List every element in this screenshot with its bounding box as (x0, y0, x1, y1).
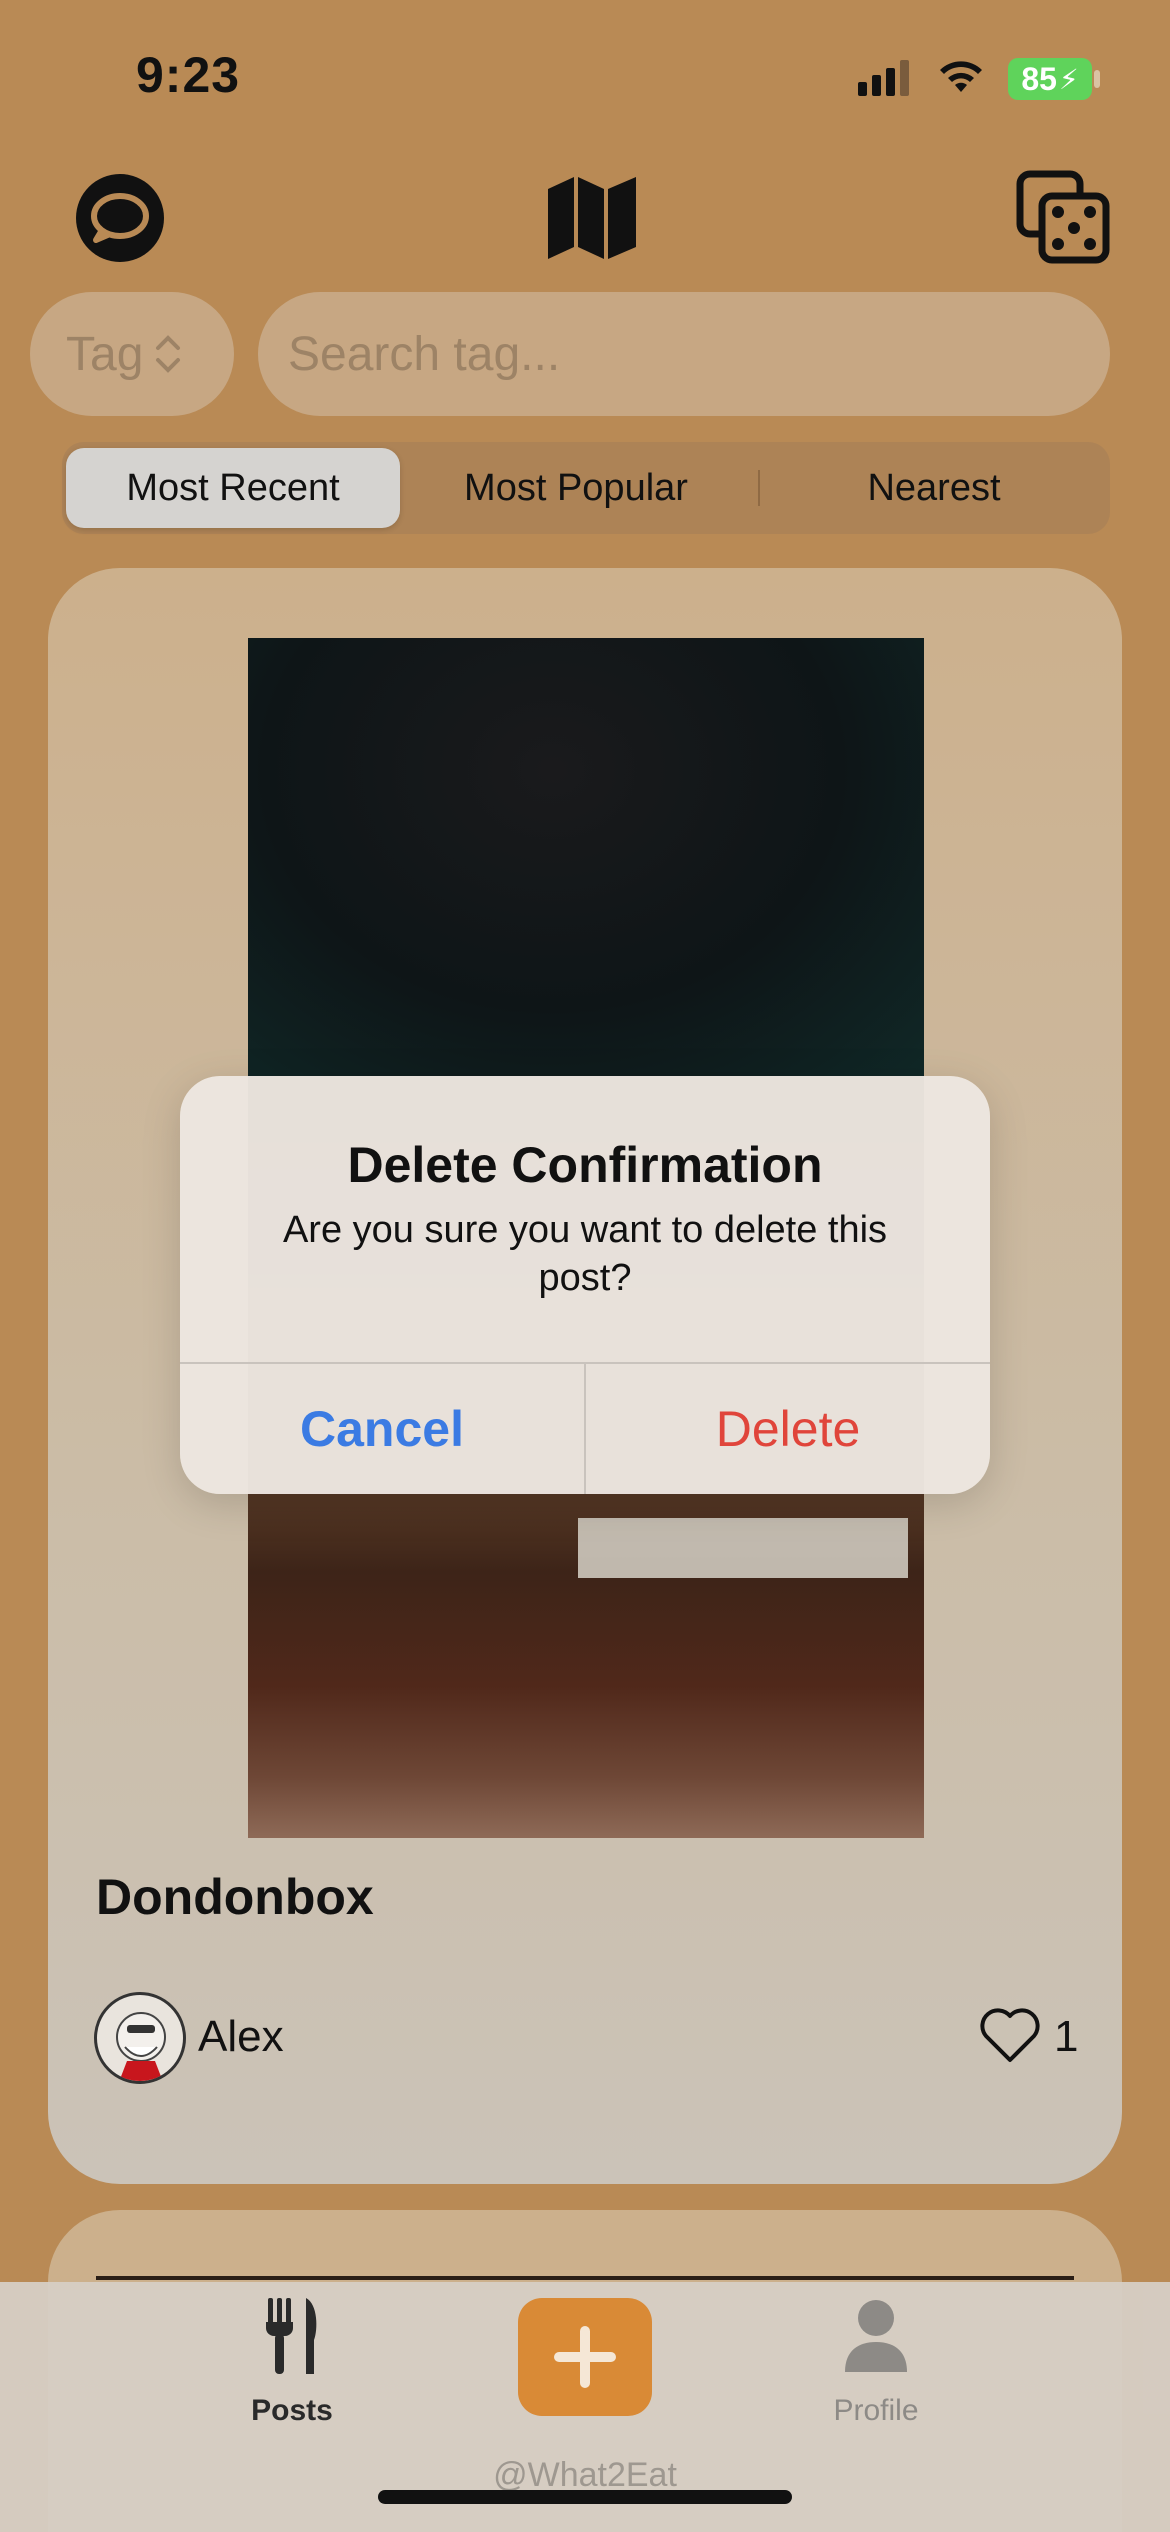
cancel-button[interactable]: Cancel (180, 1364, 584, 1494)
chat-button[interactable] (72, 170, 168, 266)
wifi-icon (940, 61, 982, 92)
tab-profile-label: Profile (833, 2394, 919, 2427)
avatar[interactable] (94, 1992, 186, 2084)
post-title: Dondonbox (96, 1869, 374, 1925)
delete-button[interactable]: Delete (586, 1364, 990, 1494)
add-post-button[interactable] (518, 2298, 652, 2416)
status-time: 9:23 (136, 47, 241, 103)
home-indicator[interactable] (378, 2490, 792, 2504)
chevron-up-down-icon (156, 335, 181, 373)
alert-message: Are you sure you want to delete this pos… (282, 1209, 888, 1299)
post-image-rice (578, 1518, 908, 1578)
heart-icon[interactable] (978, 2004, 1042, 2064)
fork-knife-icon (266, 2298, 317, 2374)
chat-bubble-icon (76, 174, 164, 262)
segment-most-recent[interactable]: Most Recent (66, 448, 400, 528)
tab-profile[interactable]: Profile (776, 2296, 976, 2428)
search-input[interactable] (288, 326, 1110, 382)
random-pick-button[interactable] (1016, 170, 1112, 266)
post-image-background (248, 638, 924, 1078)
cellular-signal-icon (858, 60, 909, 96)
person-icon (845, 2300, 907, 2372)
sort-segmented-control: Most Recent Most Popular Nearest (62, 442, 1110, 534)
tab-bar: Posts Profile @What2Eat (0, 2282, 1170, 2532)
author-name[interactable]: Alex (198, 2012, 284, 2062)
segment-nearest[interactable]: Nearest (764, 448, 1104, 528)
next-post-image-edge (96, 2276, 1074, 2280)
segment-most-popular[interactable]: Most Popular (404, 448, 748, 528)
charging-bolt-icon: ⚡ (1058, 63, 1079, 95)
status-bar: 9:23 85 ⚡ (0, 0, 1170, 150)
plus-icon (554, 2326, 616, 2388)
dice-icon (1016, 170, 1110, 264)
battery-tip (1094, 70, 1100, 88)
map-icon (548, 177, 636, 259)
search-field[interactable] (258, 292, 1110, 416)
alert-title: Delete Confirmation (347, 1137, 823, 1193)
delete-confirmation-alert: Delete Confirmation Are you sure you wan… (180, 1076, 990, 1494)
avatar-logo-icon (116, 2012, 166, 2081)
map-button[interactable] (544, 170, 640, 266)
battery-icon: 85 ⚡ (1008, 58, 1092, 100)
tab-posts[interactable]: Posts (192, 2296, 392, 2428)
like-count: 1 (1054, 2012, 1079, 2061)
tag-picker[interactable]: Tag (30, 292, 234, 416)
segment-divider (758, 470, 760, 506)
battery-level: 85 (1021, 60, 1057, 97)
tag-picker-label: Tag (66, 327, 144, 381)
tab-posts-label: Posts (251, 2394, 333, 2427)
